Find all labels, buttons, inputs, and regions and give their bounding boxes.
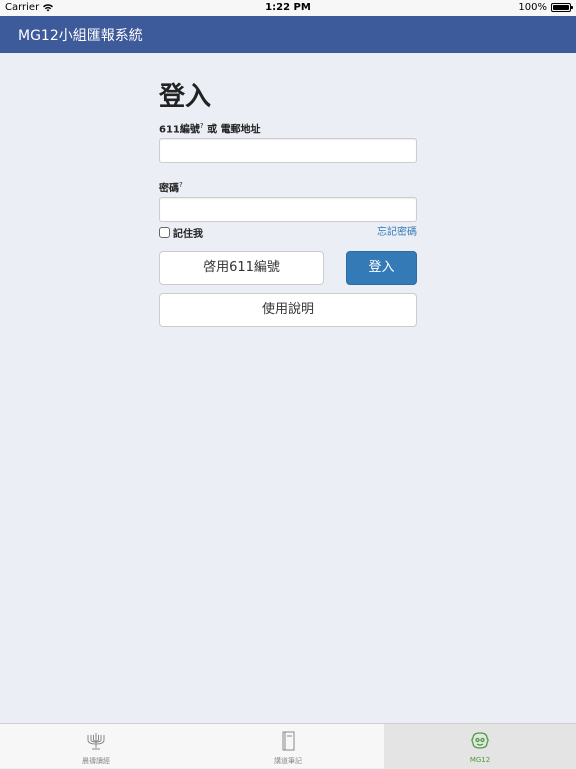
- battery-info: 100%: [518, 2, 573, 13]
- battery-percent: 100%: [518, 2, 547, 13]
- password-label-text: 密碼: [159, 183, 179, 195]
- id-label-text-2: 電郵地址: [220, 124, 261, 136]
- password-help-icon[interactable]: ?: [179, 181, 183, 189]
- status-bar: Carrier 1:22 PM 100%: [0, 0, 576, 16]
- id-input[interactable]: [159, 138, 417, 163]
- id-label-text: 611編號: [159, 124, 200, 136]
- id-label: 611編號? 或 電郵地址: [159, 119, 417, 136]
- remember-checkbox[interactable]: [159, 227, 170, 238]
- password-label: 密碼?: [159, 178, 417, 195]
- id-or-text: 或: [207, 124, 218, 136]
- tab-bar: 晨禱讀經 講道筆記 MG12: [0, 723, 576, 769]
- page-title: 登入: [159, 82, 212, 112]
- tab-sermon-notes[interactable]: 講道筆記: [192, 724, 384, 769]
- tab-label: 晨禱讀經: [82, 757, 110, 765]
- help-button[interactable]: 使用說明: [159, 293, 417, 327]
- login-form: 登入 611編號? 或 電郵地址 密碼? 記住我 忘記密碼: [159, 80, 417, 241]
- mg12-logo-icon: [471, 732, 489, 749]
- forgot-password-link[interactable]: 忘記密碼: [377, 223, 417, 238]
- notebook-icon: [282, 731, 295, 751]
- password-input[interactable]: [159, 197, 417, 222]
- login-button[interactable]: 登入: [346, 251, 417, 285]
- menorah-icon: [87, 733, 105, 750]
- nav-bar: MG12小組匯報系統: [0, 16, 576, 53]
- id-help-icon[interactable]: ?: [200, 122, 204, 130]
- tab-morning-devotion[interactable]: 晨禱讀經: [0, 724, 192, 769]
- tab-mg12[interactable]: MG12: [384, 724, 576, 769]
- tab-label: 講道筆記: [274, 757, 302, 765]
- app-title: MG12小組匯報系統: [18, 28, 143, 44]
- clock: 1:22 PM: [265, 2, 311, 13]
- tab-label: MG12: [469, 756, 491, 764]
- activate-id-button[interactable]: 啓用611編號: [159, 251, 324, 285]
- remember-label: 記住我: [173, 229, 203, 240]
- remember-row: 記住我 忘記密碼: [159, 225, 417, 241]
- battery-icon: [551, 3, 573, 12]
- remember-me[interactable]: 記住我: [159, 225, 203, 240]
